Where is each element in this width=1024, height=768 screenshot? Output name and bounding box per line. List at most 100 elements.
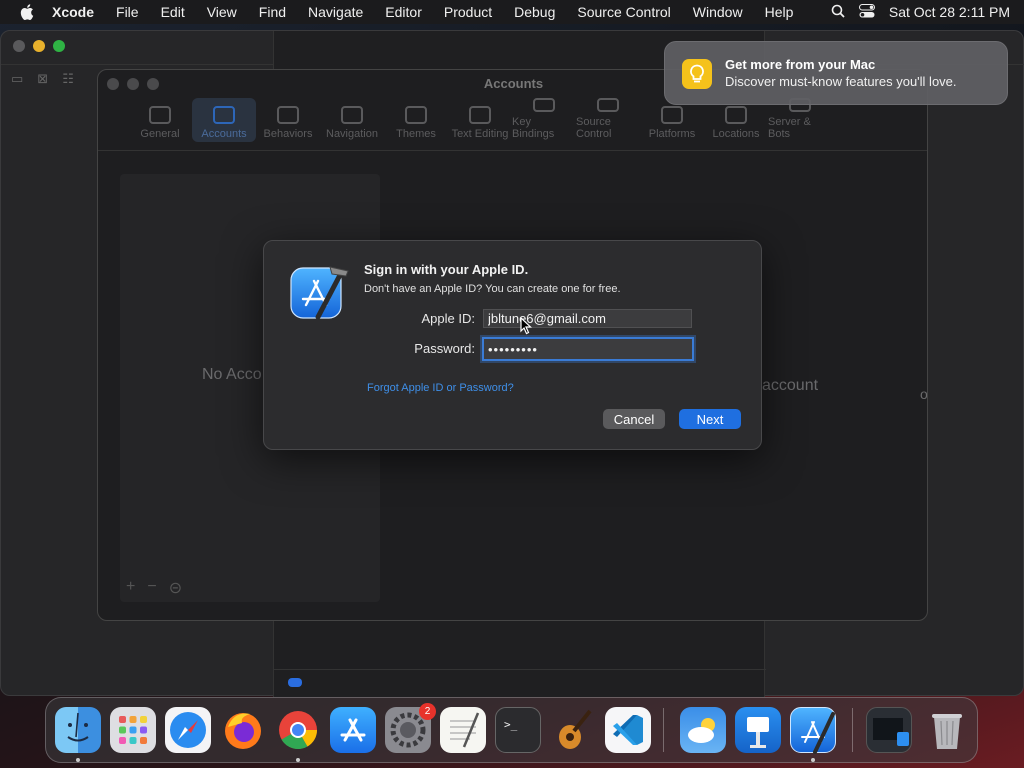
finder-icon[interactable]: [55, 707, 101, 753]
tab-label: Behaviors: [263, 128, 313, 140]
menu-editor[interactable]: Editor: [374, 4, 433, 20]
notification-banner[interactable]: Get more from your Mac Discover must-kno…: [664, 41, 1008, 105]
remove-icon[interactable]: −: [147, 578, 156, 598]
apple-id-field[interactable]: [483, 309, 692, 328]
keyboard-icon: [533, 98, 555, 112]
chrome-icon[interactable]: [275, 707, 321, 753]
apple-id-label: Apple ID:: [421, 311, 475, 326]
tab-source-control[interactable]: Source Control: [576, 98, 640, 142]
close-button[interactable]: [13, 40, 25, 52]
firefox-icon[interactable]: [220, 707, 266, 753]
tab-text-editing[interactable]: Text Editing: [448, 98, 512, 142]
safari-icon[interactable]: [165, 707, 211, 753]
notification-title: Get more from your Mac: [725, 57, 876, 72]
source-control-icon: [597, 98, 619, 112]
menu-navigate[interactable]: Navigate: [297, 4, 374, 20]
tab-label: Navigation: [326, 128, 378, 140]
folder-icon[interactable]: ▭: [11, 71, 23, 87]
control-center-icon[interactable]: [858, 3, 875, 21]
running-indicator: [811, 758, 815, 762]
launchpad-icon[interactable]: [110, 707, 156, 753]
garageband-icon[interactable]: [550, 707, 596, 753]
textedit-icon[interactable]: [440, 707, 486, 753]
hierarchy-icon[interactable]: ☷: [62, 71, 74, 87]
password-field[interactable]: [482, 337, 694, 361]
apple-menu-icon[interactable]: [16, 0, 38, 24]
xcode-traffic-lights: [13, 40, 65, 52]
menu-help[interactable]: Help: [754, 4, 805, 20]
password-label: Password:: [414, 341, 475, 356]
notification-badge: 2: [419, 703, 436, 720]
tab-label: Locations: [712, 128, 760, 140]
running-indicator: [76, 758, 80, 762]
terminal-icon[interactable]: >_: [495, 707, 541, 753]
notification-body: Discover must-know features you'll love.: [725, 74, 957, 89]
behaviors-icon: [277, 106, 299, 124]
menu-bar: Xcode File Edit View Find Navigate Edito…: [0, 0, 1024, 24]
mouse-cursor-icon: [520, 317, 532, 335]
no-accounts-text: No Acco: [202, 366, 262, 383]
source-control-icon[interactable]: ⊠: [37, 71, 48, 87]
debug-bar: [274, 669, 766, 697]
running-indicator: [296, 758, 300, 762]
app-store-icon[interactable]: [330, 707, 376, 753]
menu-file[interactable]: File: [105, 4, 150, 20]
vscode-icon[interactable]: [605, 707, 651, 753]
tab-key-bindings[interactable]: Key Bindings: [512, 98, 576, 142]
tab-navigation[interactable]: Navigation: [320, 98, 384, 142]
spotlight-search-icon[interactable]: [831, 4, 845, 21]
dock-separator: [663, 708, 664, 752]
filter-toggle-icon[interactable]: [288, 678, 302, 687]
zoom-button[interactable]: [53, 40, 65, 52]
trash-icon[interactable]: [924, 707, 970, 753]
menu-debug[interactable]: Debug: [503, 4, 566, 20]
tab-label: General: [140, 128, 180, 140]
xcode-icon[interactable]: [790, 707, 836, 754]
svg-text:>_: >_: [504, 718, 518, 731]
pencil-icon: [469, 106, 491, 124]
divider: [98, 150, 927, 151]
minimize-button[interactable]: [33, 40, 45, 52]
menu-app-name[interactable]: Xcode: [48, 4, 105, 20]
forgot-password-link[interactable]: Forgot Apple ID or Password?: [367, 382, 514, 394]
tab-label: Key Bindings: [512, 116, 555, 140]
brush-icon: [405, 106, 427, 124]
tab-accounts[interactable]: Accounts: [192, 98, 256, 142]
add-account-text: account: [762, 377, 819, 394]
menu-find[interactable]: Find: [248, 4, 297, 20]
next-button[interactable]: Next: [679, 409, 741, 429]
diamond-icon: [341, 106, 363, 124]
lightbulb-icon: [682, 59, 712, 89]
weather-icon[interactable]: [680, 707, 726, 753]
tab-general[interactable]: General: [128, 98, 192, 142]
navigator-icons: ▭ ⊠ ☷: [11, 71, 74, 87]
tab-label: Server & Bots: [768, 116, 811, 140]
menu-window[interactable]: Window: [682, 4, 754, 20]
keynote-icon[interactable]: [735, 707, 781, 753]
menu-source-control[interactable]: Source Control: [566, 4, 681, 20]
tab-label: Source Control: [576, 116, 612, 140]
apple-id-signin-dialog: Sign in with your Apple ID. Don't have a…: [263, 240, 762, 450]
dialog-subtitle: Don't have an Apple ID? You can create o…: [364, 283, 621, 295]
menu-view[interactable]: View: [196, 4, 248, 20]
menu-product[interactable]: Product: [433, 4, 503, 20]
dialog-title: Sign in with your Apple ID.: [364, 262, 529, 277]
dock-separator: [852, 708, 853, 752]
menu-edit[interactable]: Edit: [150, 4, 196, 20]
more-options-icon[interactable]: ⊝: [169, 578, 182, 598]
screen-sharing-icon[interactable]: [866, 707, 912, 753]
stack-icon: [661, 106, 683, 124]
cancel-button[interactable]: Cancel: [603, 409, 665, 429]
system-settings-icon[interactable]: 2: [385, 703, 436, 753]
tab-label: Accounts: [201, 128, 247, 140]
drive-icon: [725, 106, 747, 124]
tab-behaviors[interactable]: Behaviors: [256, 98, 320, 142]
add-icon[interactable]: +: [126, 578, 135, 598]
tab-label: Text Editing: [451, 128, 509, 140]
list-controls: + − ⊝: [126, 578, 182, 598]
menu-clock[interactable]: Sat Oct 28 2:11 PM: [889, 4, 1010, 20]
tab-themes[interactable]: Themes: [384, 98, 448, 142]
at-sign-icon: [213, 106, 235, 124]
xcode-app-icon: [288, 261, 350, 323]
tab-label: Themes: [396, 128, 436, 140]
